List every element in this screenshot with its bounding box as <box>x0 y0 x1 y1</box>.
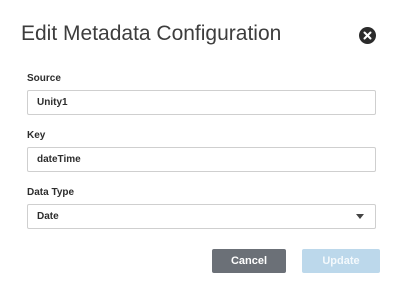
cancel-button[interactable]: Cancel <box>212 249 286 273</box>
dialog-title: Edit Metadata Configuration <box>21 22 282 45</box>
data-type-select[interactable]: Date <box>27 204 376 229</box>
update-button[interactable]: Update <box>302 249 380 273</box>
data-type-selected-value: Date <box>37 211 59 222</box>
data-type-label: Data Type <box>27 187 75 198</box>
close-icon[interactable] <box>359 27 376 44</box>
key-input[interactable]: dateTime <box>27 147 376 172</box>
edit-metadata-dialog: Edit Metadata Configuration Source Unity… <box>0 0 400 299</box>
source-input[interactable]: Unity1 <box>27 90 376 115</box>
key-label: Key <box>27 130 46 141</box>
caret-down-icon <box>356 214 364 219</box>
source-label: Source <box>27 73 61 84</box>
